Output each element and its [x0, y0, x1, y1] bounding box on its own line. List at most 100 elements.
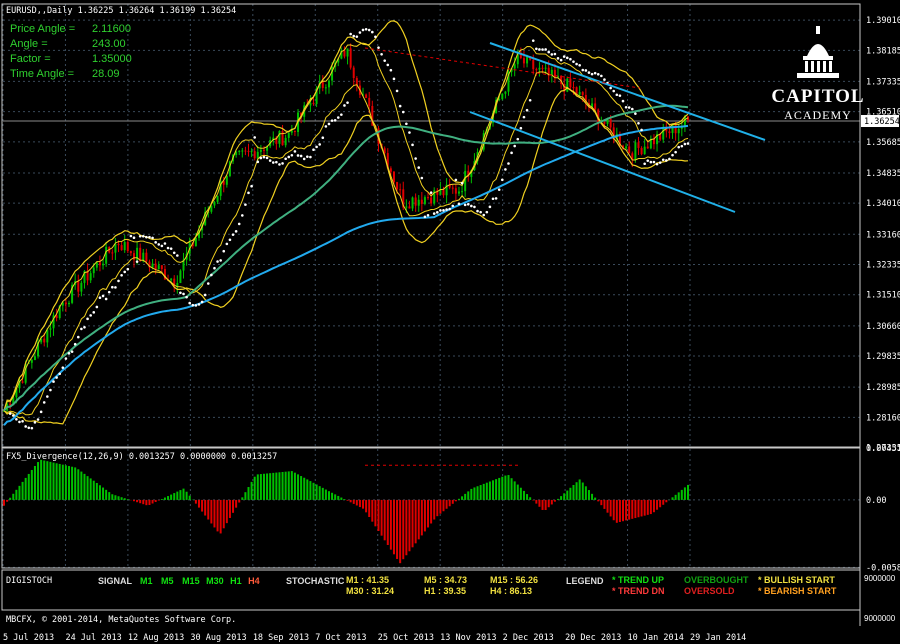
psar-dot [392, 77, 396, 81]
psar-dot [321, 136, 325, 140]
psar-dot [61, 366, 65, 369]
psar-dot [11, 414, 15, 417]
macd-bar [569, 487, 572, 500]
psar-dot [364, 27, 368, 31]
psar-dot [138, 234, 142, 238]
psar-dot [33, 421, 37, 424]
psar-dot [556, 57, 560, 60]
psar-dot [618, 94, 622, 97]
candle-body [30, 359, 33, 363]
macd-bar [318, 486, 321, 500]
macd-bar [649, 499, 652, 515]
price-tag-label: 1.36254 [864, 117, 900, 127]
macd-bar [547, 499, 550, 508]
candle-body [646, 146, 649, 149]
psar-dot [241, 214, 244, 217]
psar-dot [256, 160, 260, 164]
psar-dot [182, 292, 185, 296]
candle-body [126, 242, 129, 252]
candle-body [33, 356, 36, 360]
psar-dot [302, 157, 306, 161]
psar-dot [73, 342, 77, 346]
candle-body [179, 270, 182, 284]
macd-bar [210, 499, 213, 524]
psar-dot [442, 209, 445, 212]
macd-bar [111, 494, 114, 500]
timeframe-signals: M1 M5 M15 M30 H1 H4 [140, 576, 260, 586]
macd-bar [219, 499, 222, 534]
macd-bar [380, 499, 383, 536]
psar-dot [89, 314, 92, 317]
macd-bar [606, 499, 609, 513]
psar-dot [494, 197, 498, 200]
x-tick-label: 18 Sep 2013 [253, 633, 309, 643]
capitol-dome-icon [797, 26, 839, 78]
psar-dot [569, 57, 572, 61]
psar-dot [655, 162, 659, 166]
macd-bar [485, 482, 488, 500]
candle-body [241, 150, 244, 152]
macd-bar [216, 499, 219, 532]
macd-bar [163, 497, 166, 500]
psar-dot [213, 266, 216, 270]
capitol-academy-logo: CAPITOL ACADEMY [770, 26, 866, 123]
macd-bar [612, 499, 615, 521]
macd-title: FX5_Divergence(12,26,9) 0.0013257 0.0000… [6, 452, 277, 462]
macd-bar [371, 499, 374, 522]
macd-bar [634, 499, 637, 519]
psar-dot [383, 59, 386, 62]
candle-body [64, 302, 67, 305]
psar-dot [470, 204, 473, 208]
macd-bar [182, 488, 185, 500]
psar-dot [593, 71, 597, 75]
macd-bar [126, 499, 129, 500]
psar-dot [95, 305, 99, 309]
macd-bar [445, 499, 448, 509]
macd-bar [30, 469, 33, 500]
candle-body [581, 92, 584, 95]
macd-bar [154, 499, 157, 503]
macd-bar [544, 499, 547, 510]
macd-bar [15, 489, 18, 500]
macd-bar [671, 497, 674, 500]
psar-dot [674, 150, 677, 154]
macd-bar [529, 497, 532, 500]
psar-dot [612, 89, 616, 93]
psar-dot [423, 215, 427, 219]
psar-dot [374, 35, 377, 39]
price-grid [2, 4, 860, 568]
macd-bar [114, 495, 117, 500]
psar-dot [166, 246, 170, 250]
candle-body [569, 78, 572, 88]
trading-chart[interactable]: 1.390101.381851.373351.365101.356851.348… [0, 0, 900, 644]
macd-bar [411, 499, 414, 548]
macd-bar [625, 499, 628, 521]
macd-bar [358, 499, 361, 508]
candle-body [634, 142, 637, 160]
macd-bar [266, 473, 269, 500]
candle-body [643, 146, 646, 155]
psar-dot [70, 350, 74, 353]
macd-bar [262, 473, 265, 500]
psar-dot [262, 155, 266, 159]
macd-bar [352, 499, 355, 504]
macd-bar [64, 465, 67, 500]
psar-dot [565, 56, 569, 60]
macd-bar [538, 499, 541, 507]
candle-body [343, 50, 346, 57]
psar-dot [333, 119, 337, 122]
psar-dot [600, 74, 603, 78]
psar-dot [587, 71, 591, 74]
macd-bar [272, 472, 275, 500]
macd-bar [306, 479, 309, 500]
macd-bar [572, 485, 575, 500]
main-title: EURUSD,,Daily 1.36225 1.36264 1.36199 1.… [6, 6, 236, 16]
legend-trend-up: * TREND UP [612, 575, 665, 585]
psar-dot [293, 150, 297, 153]
macd-bar [454, 499, 457, 502]
psar-dot [237, 222, 241, 226]
psar-dot [658, 161, 662, 164]
psar-dot [466, 202, 470, 206]
psar-dot [287, 155, 291, 159]
macd-bar [247, 487, 250, 500]
